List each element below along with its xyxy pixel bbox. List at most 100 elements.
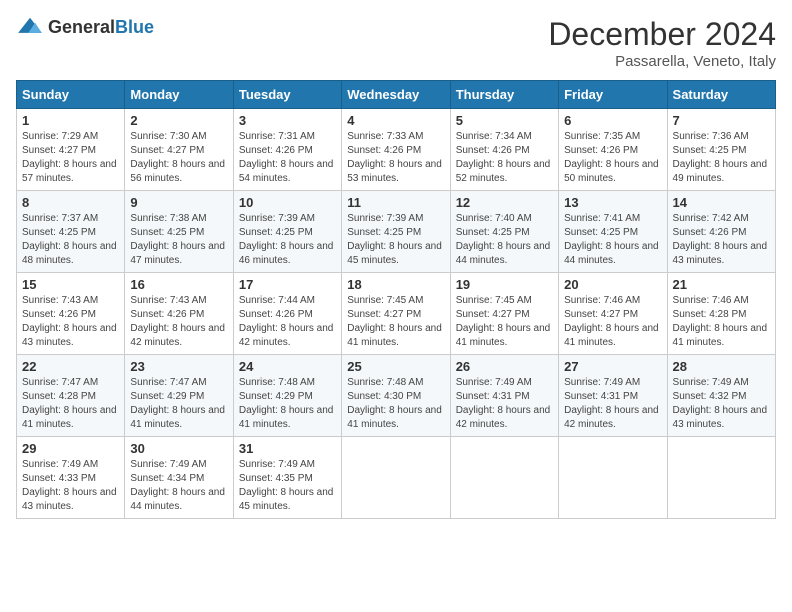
day-number: 9: [130, 195, 227, 210]
day-number: 20: [564, 277, 661, 292]
calendar-cell: 29 Sunrise: 7:49 AM Sunset: 4:33 PM Dayl…: [17, 437, 125, 519]
day-number: 3: [239, 113, 336, 128]
day-number: 11: [347, 195, 444, 210]
calendar-cell: 26 Sunrise: 7:49 AM Sunset: 4:31 PM Dayl…: [450, 355, 558, 437]
day-number: 7: [673, 113, 770, 128]
calendar-cell: 16 Sunrise: 7:43 AM Sunset: 4:26 PM Dayl…: [125, 273, 233, 355]
logo-general: GeneralBlue: [48, 17, 154, 38]
day-number: 24: [239, 359, 336, 374]
day-detail: Sunrise: 7:49 AM Sunset: 4:31 PM Dayligh…: [564, 376, 661, 432]
calendar-cell: 6 Sunrise: 7:35 AM Sunset: 4:26 PM Dayli…: [559, 109, 667, 191]
header: GeneralBlue December 2024 Passarella, Ve…: [16, 16, 776, 70]
weekday-header: Monday: [125, 81, 233, 109]
calendar-cell: 24 Sunrise: 7:48 AM Sunset: 4:29 PM Dayl…: [233, 355, 341, 437]
day-number: 17: [239, 277, 336, 292]
day-detail: Sunrise: 7:44 AM Sunset: 4:26 PM Dayligh…: [239, 294, 336, 350]
day-detail: Sunrise: 7:42 AM Sunset: 4:26 PM Dayligh…: [673, 212, 770, 268]
day-detail: Sunrise: 7:34 AM Sunset: 4:26 PM Dayligh…: [456, 130, 553, 186]
calendar-cell: 5 Sunrise: 7:34 AM Sunset: 4:26 PM Dayli…: [450, 109, 558, 191]
day-number: 10: [239, 195, 336, 210]
day-number: 16: [130, 277, 227, 292]
calendar-cell: 10 Sunrise: 7:39 AM Sunset: 4:25 PM Dayl…: [233, 191, 341, 273]
calendar-cell: 15 Sunrise: 7:43 AM Sunset: 4:26 PM Dayl…: [17, 273, 125, 355]
calendar-cell: 23 Sunrise: 7:47 AM Sunset: 4:29 PM Dayl…: [125, 355, 233, 437]
day-detail: Sunrise: 7:41 AM Sunset: 4:25 PM Dayligh…: [564, 212, 661, 268]
day-detail: Sunrise: 7:49 AM Sunset: 4:34 PM Dayligh…: [130, 458, 227, 514]
calendar-cell: 12 Sunrise: 7:40 AM Sunset: 4:25 PM Dayl…: [450, 191, 558, 273]
day-detail: Sunrise: 7:48 AM Sunset: 4:30 PM Dayligh…: [347, 376, 444, 432]
day-number: 30: [130, 441, 227, 456]
calendar-cell: 19 Sunrise: 7:45 AM Sunset: 4:27 PM Dayl…: [450, 273, 558, 355]
day-number: 14: [673, 195, 770, 210]
day-detail: Sunrise: 7:35 AM Sunset: 4:26 PM Dayligh…: [564, 130, 661, 186]
day-detail: Sunrise: 7:47 AM Sunset: 4:28 PM Dayligh…: [22, 376, 119, 432]
day-detail: Sunrise: 7:38 AM Sunset: 4:25 PM Dayligh…: [130, 212, 227, 268]
day-number: 2: [130, 113, 227, 128]
day-detail: Sunrise: 7:45 AM Sunset: 4:27 PM Dayligh…: [456, 294, 553, 350]
day-detail: Sunrise: 7:45 AM Sunset: 4:27 PM Dayligh…: [347, 294, 444, 350]
generalblue-logo-icon: [16, 16, 44, 38]
day-detail: Sunrise: 7:43 AM Sunset: 4:26 PM Dayligh…: [22, 294, 119, 350]
calendar-cell: 21 Sunrise: 7:46 AM Sunset: 4:28 PM Dayl…: [667, 273, 775, 355]
weekday-header: Sunday: [17, 81, 125, 109]
weekday-header: Tuesday: [233, 81, 341, 109]
location-title: Passarella, Veneto, Italy: [548, 53, 776, 70]
calendar-cell: [450, 437, 558, 519]
calendar-cell: 2 Sunrise: 7:30 AM Sunset: 4:27 PM Dayli…: [125, 109, 233, 191]
calendar-cell: 3 Sunrise: 7:31 AM Sunset: 4:26 PM Dayli…: [233, 109, 341, 191]
day-detail: Sunrise: 7:39 AM Sunset: 4:25 PM Dayligh…: [347, 212, 444, 268]
calendar-cell: 11 Sunrise: 7:39 AM Sunset: 4:25 PM Dayl…: [342, 191, 450, 273]
weekday-header: Friday: [559, 81, 667, 109]
day-detail: Sunrise: 7:29 AM Sunset: 4:27 PM Dayligh…: [22, 130, 119, 186]
calendar-cell: 22 Sunrise: 7:47 AM Sunset: 4:28 PM Dayl…: [17, 355, 125, 437]
calendar-week-row: 1 Sunrise: 7:29 AM Sunset: 4:27 PM Dayli…: [17, 109, 776, 191]
calendar-cell: 4 Sunrise: 7:33 AM Sunset: 4:26 PM Dayli…: [342, 109, 450, 191]
logo: GeneralBlue: [16, 16, 154, 38]
calendar-cell: 28 Sunrise: 7:49 AM Sunset: 4:32 PM Dayl…: [667, 355, 775, 437]
month-title: December 2024: [548, 16, 776, 53]
calendar-cell: 18 Sunrise: 7:45 AM Sunset: 4:27 PM Dayl…: [342, 273, 450, 355]
calendar-week-row: 29 Sunrise: 7:49 AM Sunset: 4:33 PM Dayl…: [17, 437, 776, 519]
calendar-week-row: 8 Sunrise: 7:37 AM Sunset: 4:25 PM Dayli…: [17, 191, 776, 273]
day-number: 13: [564, 195, 661, 210]
day-number: 29: [22, 441, 119, 456]
day-number: 6: [564, 113, 661, 128]
calendar-cell: 20 Sunrise: 7:46 AM Sunset: 4:27 PM Dayl…: [559, 273, 667, 355]
day-detail: Sunrise: 7:49 AM Sunset: 4:35 PM Dayligh…: [239, 458, 336, 514]
day-detail: Sunrise: 7:37 AM Sunset: 4:25 PM Dayligh…: [22, 212, 119, 268]
calendar-cell: 14 Sunrise: 7:42 AM Sunset: 4:26 PM Dayl…: [667, 191, 775, 273]
calendar-cell: 27 Sunrise: 7:49 AM Sunset: 4:31 PM Dayl…: [559, 355, 667, 437]
day-detail: Sunrise: 7:49 AM Sunset: 4:31 PM Dayligh…: [456, 376, 553, 432]
day-number: 27: [564, 359, 661, 374]
day-number: 22: [22, 359, 119, 374]
day-detail: Sunrise: 7:46 AM Sunset: 4:27 PM Dayligh…: [564, 294, 661, 350]
calendar-cell: [667, 437, 775, 519]
calendar-cell: [559, 437, 667, 519]
weekday-header: Wednesday: [342, 81, 450, 109]
weekday-header-row: SundayMondayTuesdayWednesdayThursdayFrid…: [17, 81, 776, 109]
calendar-cell: 25 Sunrise: 7:48 AM Sunset: 4:30 PM Dayl…: [342, 355, 450, 437]
day-number: 1: [22, 113, 119, 128]
day-number: 31: [239, 441, 336, 456]
calendar-cell: 30 Sunrise: 7:49 AM Sunset: 4:34 PM Dayl…: [125, 437, 233, 519]
day-detail: Sunrise: 7:49 AM Sunset: 4:33 PM Dayligh…: [22, 458, 119, 514]
day-detail: Sunrise: 7:39 AM Sunset: 4:25 PM Dayligh…: [239, 212, 336, 268]
day-number: 28: [673, 359, 770, 374]
day-detail: Sunrise: 7:48 AM Sunset: 4:29 PM Dayligh…: [239, 376, 336, 432]
day-detail: Sunrise: 7:49 AM Sunset: 4:32 PM Dayligh…: [673, 376, 770, 432]
day-number: 26: [456, 359, 553, 374]
day-detail: Sunrise: 7:31 AM Sunset: 4:26 PM Dayligh…: [239, 130, 336, 186]
calendar-week-row: 15 Sunrise: 7:43 AM Sunset: 4:26 PM Dayl…: [17, 273, 776, 355]
day-number: 5: [456, 113, 553, 128]
weekday-header: Saturday: [667, 81, 775, 109]
day-number: 21: [673, 277, 770, 292]
day-number: 12: [456, 195, 553, 210]
calendar-cell: 7 Sunrise: 7:36 AM Sunset: 4:25 PM Dayli…: [667, 109, 775, 191]
day-number: 19: [456, 277, 553, 292]
calendar-cell: 8 Sunrise: 7:37 AM Sunset: 4:25 PM Dayli…: [17, 191, 125, 273]
day-number: 15: [22, 277, 119, 292]
day-number: 4: [347, 113, 444, 128]
day-number: 23: [130, 359, 227, 374]
day-detail: Sunrise: 7:43 AM Sunset: 4:26 PM Dayligh…: [130, 294, 227, 350]
day-number: 25: [347, 359, 444, 374]
